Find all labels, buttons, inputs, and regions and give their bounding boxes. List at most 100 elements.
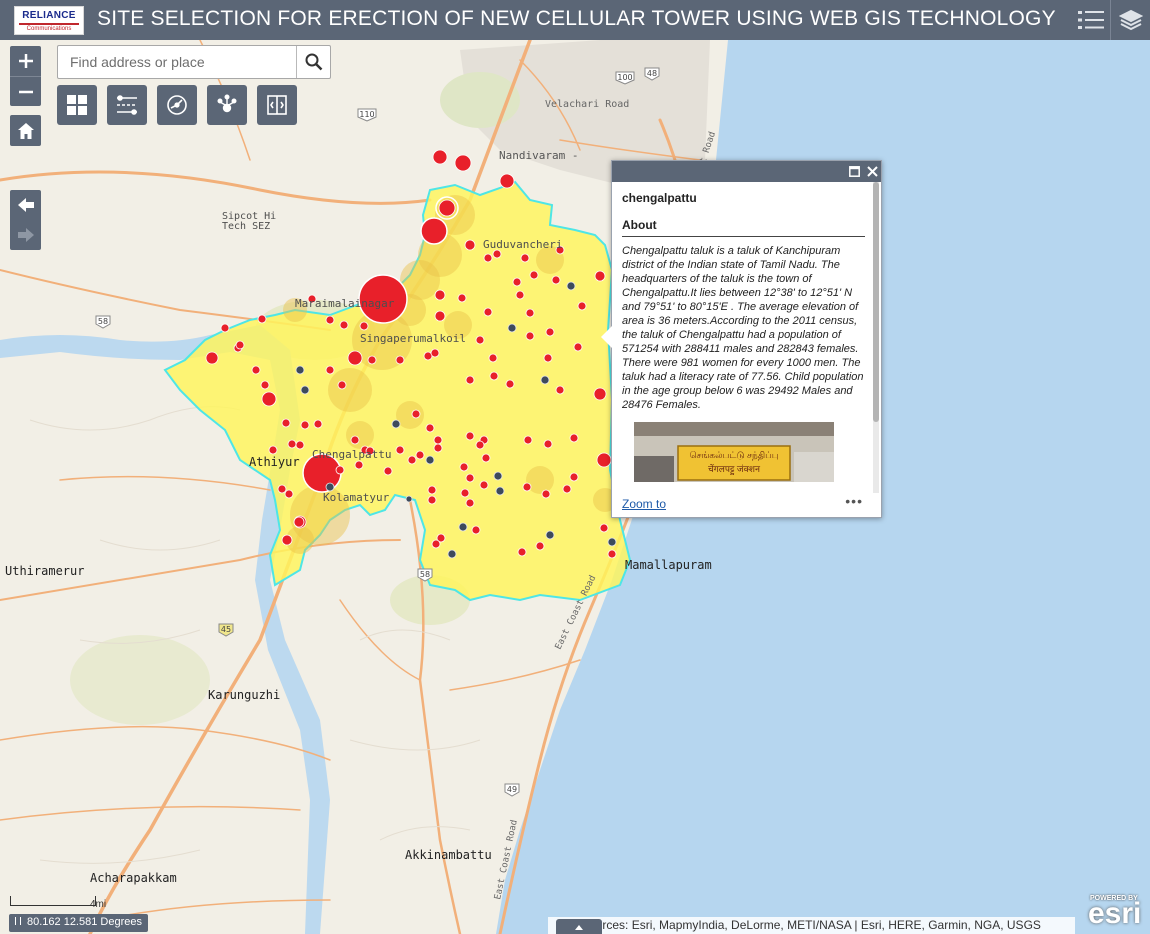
tower-site-point[interactable]	[523, 435, 533, 445]
tower-site-point[interactable]	[471, 525, 481, 535]
tower-site-point[interactable]	[220, 323, 230, 333]
tower-site-point[interactable]	[407, 455, 417, 465]
existing-tower-point[interactable]	[295, 365, 305, 375]
tower-site-point[interactable]	[465, 473, 475, 483]
tower-site-point[interactable]	[481, 453, 491, 463]
tower-site-point[interactable]	[431, 539, 441, 549]
tower-site-point[interactable]	[295, 440, 305, 450]
tower-site-point[interactable]	[302, 453, 342, 493]
tower-site-point[interactable]	[525, 308, 535, 318]
existing-tower-point[interactable]	[507, 323, 517, 333]
tower-site-point[interactable]	[541, 489, 551, 499]
popup-scrollbar-thumb[interactable]	[873, 182, 879, 422]
tower-site-point[interactable]	[277, 484, 287, 494]
maximize-icon[interactable]	[849, 166, 860, 177]
tower-site-point[interactable]	[438, 199, 456, 217]
existing-tower-point[interactable]	[405, 495, 413, 503]
existing-tower-point[interactable]	[425, 455, 435, 465]
tower-site-point[interactable]	[505, 379, 515, 389]
tower-site-point[interactable]	[337, 380, 347, 390]
tower-site-point[interactable]	[432, 149, 448, 165]
tower-site-point[interactable]	[499, 173, 515, 189]
tower-site-point[interactable]	[555, 385, 565, 395]
existing-tower-point[interactable]	[566, 281, 576, 291]
tower-site-point[interactable]	[313, 419, 323, 429]
tower-site-point[interactable]	[281, 534, 293, 546]
tower-site-point[interactable]	[525, 331, 535, 341]
tower-site-point[interactable]	[512, 277, 522, 287]
list-icon[interactable]	[1072, 0, 1110, 40]
tower-site-point[interactable]	[465, 375, 475, 385]
tower-site-point[interactable]	[529, 270, 539, 280]
tower-site-point[interactable]	[260, 380, 270, 390]
tower-site-point[interactable]	[205, 351, 219, 365]
tower-site-point[interactable]	[411, 409, 421, 419]
existing-tower-point[interactable]	[493, 471, 503, 481]
tower-site-point[interactable]	[522, 482, 532, 492]
tower-site-point[interactable]	[268, 445, 278, 455]
tower-site-point[interactable]	[569, 433, 579, 443]
tower-site-point[interactable]	[460, 488, 470, 498]
layer-list-tool-button[interactable]	[107, 85, 147, 125]
tower-site-point[interactable]	[434, 289, 446, 301]
tower-site-point[interactable]	[354, 460, 364, 470]
tower-site-point[interactable]	[347, 350, 363, 366]
tower-site-point[interactable]	[287, 439, 297, 449]
tower-site-point[interactable]	[599, 523, 609, 533]
home-button[interactable]	[10, 115, 41, 146]
tower-site-point[interactable]	[520, 253, 530, 263]
tower-site-point[interactable]	[425, 423, 435, 433]
tower-site-point[interactable]	[483, 307, 493, 317]
tower-site-point[interactable]	[517, 547, 527, 557]
tower-site-point[interactable]	[577, 301, 587, 311]
next-extent-button[interactable]	[10, 220, 41, 250]
tower-site-point[interactable]	[300, 420, 310, 430]
tower-site-point[interactable]	[475, 440, 485, 450]
tower-site-point[interactable]	[594, 270, 606, 282]
zoom-out-button[interactable]	[10, 76, 41, 106]
previous-extent-button[interactable]	[10, 190, 41, 220]
tower-site-point[interactable]	[420, 217, 448, 245]
tower-site-point[interactable]	[339, 320, 349, 330]
tower-site-point[interactable]	[562, 484, 572, 494]
tower-site-point[interactable]	[489, 371, 499, 381]
tower-site-point[interactable]	[325, 315, 335, 325]
tower-site-point[interactable]	[465, 498, 475, 508]
search-button[interactable]	[296, 46, 330, 78]
existing-tower-point[interactable]	[540, 375, 550, 385]
existing-tower-point[interactable]	[325, 482, 335, 492]
more-actions-button[interactable]: •••	[845, 493, 863, 509]
basemap-gallery-button[interactable]	[57, 85, 97, 125]
existing-tower-point[interactable]	[607, 537, 617, 547]
tower-site-point[interactable]	[607, 549, 617, 559]
tower-site-point[interactable]	[488, 353, 498, 363]
swipe-button[interactable]	[257, 85, 297, 125]
tower-site-point[interactable]	[457, 293, 467, 303]
tower-site-point[interactable]	[535, 541, 545, 551]
tower-site-point[interactable]	[367, 355, 377, 365]
tower-site-point[interactable]	[335, 465, 345, 475]
attribution-toggle[interactable]	[556, 919, 602, 934]
map-view[interactable]: Nandivaram - Guduvancheri Sipcot Hi Tech…	[0, 40, 1150, 934]
tower-site-point[interactable]	[293, 516, 305, 528]
popup-scrollbar[interactable]	[873, 182, 879, 494]
tower-site-point[interactable]	[555, 245, 565, 255]
tower-site-point[interactable]	[358, 274, 408, 324]
tower-site-point[interactable]	[479, 480, 489, 490]
tower-site-point[interactable]	[395, 445, 405, 455]
tower-site-point[interactable]	[359, 321, 369, 331]
tower-site-point[interactable]	[257, 314, 267, 324]
measure-button[interactable]	[157, 85, 197, 125]
share-button[interactable]	[207, 85, 247, 125]
tower-site-point[interactable]	[395, 355, 405, 365]
tower-site-point[interactable]	[427, 495, 437, 505]
tower-site-point[interactable]	[427, 485, 437, 495]
tower-site-point[interactable]	[464, 239, 476, 251]
tower-site-point[interactable]	[251, 365, 261, 375]
tower-site-point[interactable]	[430, 348, 440, 358]
tower-site-point[interactable]	[284, 489, 294, 499]
tower-site-point[interactable]	[515, 290, 525, 300]
tower-site-point[interactable]	[593, 387, 607, 401]
existing-tower-point[interactable]	[447, 549, 457, 559]
existing-tower-point[interactable]	[300, 385, 310, 395]
